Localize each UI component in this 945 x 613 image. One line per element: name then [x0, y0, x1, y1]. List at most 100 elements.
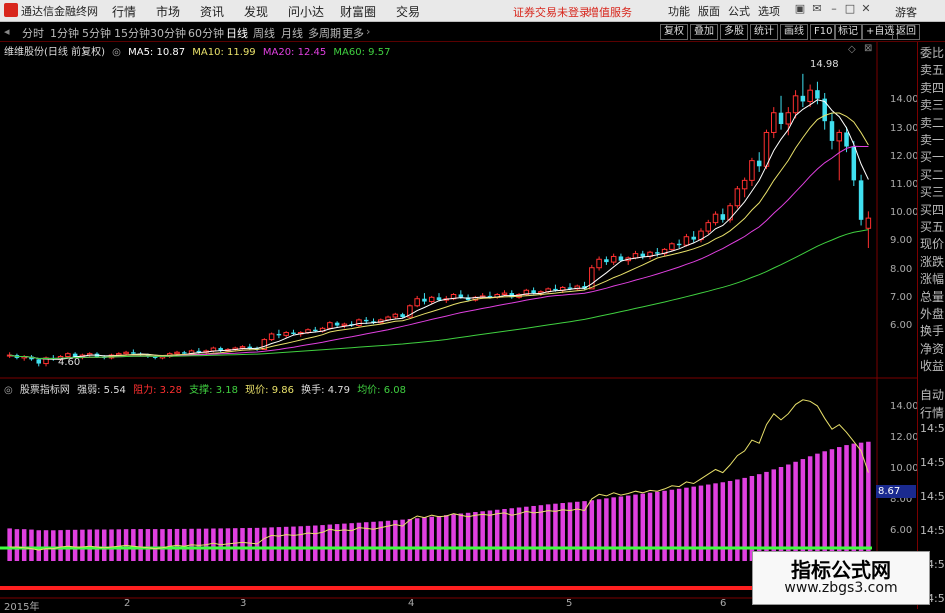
- candle-body[interactable]: [313, 329, 318, 332]
- candle-body[interactable]: [771, 112, 777, 133]
- quote-field-tab[interactable]: 买三: [920, 183, 944, 200]
- multi-stock-button[interactable]: 多股: [720, 24, 748, 40]
- candle-body[interactable]: [851, 146, 857, 181]
- guest-user[interactable]: 游客: [895, 4, 917, 20]
- candle-body[interactable]: [392, 313, 399, 318]
- mark-button[interactable]: 标记: [834, 24, 862, 40]
- value-added-link[interactable]: 增值服务: [588, 4, 632, 20]
- restore-rights-button[interactable]: 复权: [660, 24, 688, 40]
- candle-body[interactable]: [305, 329, 311, 334]
- menu-wealth-circle[interactable]: 财富圈: [340, 3, 376, 20]
- period-tab[interactable]: 5分钟: [82, 25, 111, 41]
- quote-field-tab[interactable]: 卖三: [920, 96, 944, 113]
- overlay-button[interactable]: 叠加: [690, 24, 718, 40]
- menu-trade[interactable]: 交易: [396, 3, 420, 20]
- message-icon[interactable]: ✉: [810, 2, 824, 17]
- menu-layout[interactable]: 版面: [698, 3, 720, 19]
- candle-body[interactable]: [807, 89, 813, 102]
- candle-body[interactable]: [741, 179, 748, 190]
- candle-body[interactable]: [283, 332, 289, 336]
- period-tab[interactable]: 周线: [253, 25, 275, 41]
- candle-body[interactable]: [763, 131, 770, 167]
- candle-body[interactable]: [865, 217, 872, 229]
- chevron-right-icon[interactable]: ›: [366, 25, 370, 38]
- candle-body[interactable]: [268, 333, 275, 341]
- candle-body[interactable]: [276, 333, 282, 336]
- candle-body[interactable]: [589, 267, 595, 290]
- quotes-tab[interactable]: 行情: [920, 404, 944, 421]
- candle-body[interactable]: [836, 131, 843, 142]
- quote-field-tab[interactable]: 买四: [920, 201, 944, 218]
- candle-body[interactable]: [334, 322, 340, 326]
- candle-body[interactable]: [239, 346, 246, 349]
- candle-body[interactable]: [531, 290, 536, 294]
- candle-body[interactable]: [705, 222, 712, 232]
- candle-body[interactable]: [720, 214, 726, 220]
- statistics-button[interactable]: 统计: [750, 24, 778, 40]
- quote-field-tab[interactable]: 委比: [920, 44, 944, 61]
- candle-body[interactable]: [567, 287, 573, 289]
- indicator-name[interactable]: 股票指标网: [20, 385, 70, 396]
- indicator-settings-icon[interactable]: ◎: [4, 385, 13, 396]
- quote-field-tab[interactable]: 现价: [920, 235, 944, 252]
- candle-body[interactable]: [683, 236, 690, 246]
- candle-body[interactable]: [501, 292, 508, 296]
- candle-body[interactable]: [749, 160, 755, 181]
- period-tab[interactable]: 1分钟: [50, 25, 79, 41]
- candle-body[interactable]: [341, 323, 348, 327]
- kline-chart[interactable]: [0, 42, 917, 609]
- quote-field-tab[interactable]: 收益: [920, 357, 944, 374]
- candle-body[interactable]: [815, 90, 820, 99]
- candle-body[interactable]: [669, 243, 675, 250]
- quote-field-tab[interactable]: 净资: [920, 340, 944, 357]
- candle-body[interactable]: [182, 352, 187, 354]
- candle-body[interactable]: [131, 352, 136, 354]
- candle-body[interactable]: [785, 112, 792, 125]
- trade-login-link[interactable]: 证券交易未登录: [513, 4, 590, 20]
- period-tab[interactable]: 月线: [281, 25, 303, 41]
- candle-body[interactable]: [247, 346, 253, 349]
- candle-body[interactable]: [844, 132, 849, 147]
- candle-body[interactable]: [618, 256, 624, 261]
- candle-body[interactable]: [414, 298, 420, 307]
- candle-body[interactable]: [291, 332, 296, 334]
- candle-body[interactable]: [829, 121, 835, 141]
- candle-body[interactable]: [327, 322, 333, 329]
- period-tab[interactable]: 15分钟: [114, 25, 150, 41]
- candle-body[interactable]: [727, 205, 733, 221]
- menu-formula[interactable]: 公式: [728, 3, 750, 19]
- candle-body[interactable]: [436, 297, 442, 301]
- candle-body[interactable]: [778, 112, 784, 124]
- quote-field-tab[interactable]: 涨跌: [920, 253, 944, 270]
- minimize-icon[interactable]: –: [827, 2, 841, 17]
- arrow-left-icon[interactable]: ◂: [4, 25, 10, 38]
- settings-dot-icon[interactable]: ◎: [112, 47, 121, 58]
- candle-body[interactable]: [428, 296, 435, 303]
- candle-body[interactable]: [800, 95, 806, 102]
- quote-field-tab[interactable]: 买二: [920, 166, 944, 183]
- candle-body[interactable]: [36, 359, 42, 364]
- menu-quotes[interactable]: 行情: [112, 3, 136, 20]
- quote-field-tab[interactable]: 外盘: [920, 305, 944, 322]
- candle-body[interactable]: [553, 288, 558, 291]
- auto-tab[interactable]: 自动: [920, 386, 944, 403]
- menu-discover[interactable]: 发现: [244, 3, 268, 20]
- candle-body[interactable]: [756, 160, 762, 167]
- quote-field-tab[interactable]: 买五: [920, 218, 944, 235]
- back-button[interactable]: 返回: [892, 24, 920, 40]
- quote-field-tab[interactable]: 买一: [920, 148, 944, 165]
- quote-field-tab[interactable]: 卖二: [920, 114, 944, 131]
- candle-body[interactable]: [363, 319, 369, 322]
- period-tab[interactable]: 多周期: [308, 25, 341, 41]
- candle-body[interactable]: [400, 314, 405, 318]
- close-icon[interactable]: ✕: [859, 2, 873, 17]
- period-tab[interactable]: 分时: [22, 25, 44, 41]
- quote-field-tab[interactable]: 卖四: [920, 79, 944, 96]
- period-tab-active[interactable]: 日线: [226, 25, 248, 41]
- candle-body[interactable]: [596, 258, 602, 269]
- menu-function[interactable]: 功能: [668, 3, 690, 19]
- candle-body[interactable]: [792, 95, 799, 114]
- candle-body[interactable]: [604, 259, 609, 263]
- menu-news[interactable]: 资讯: [200, 3, 224, 20]
- candle-body[interactable]: [610, 255, 617, 263]
